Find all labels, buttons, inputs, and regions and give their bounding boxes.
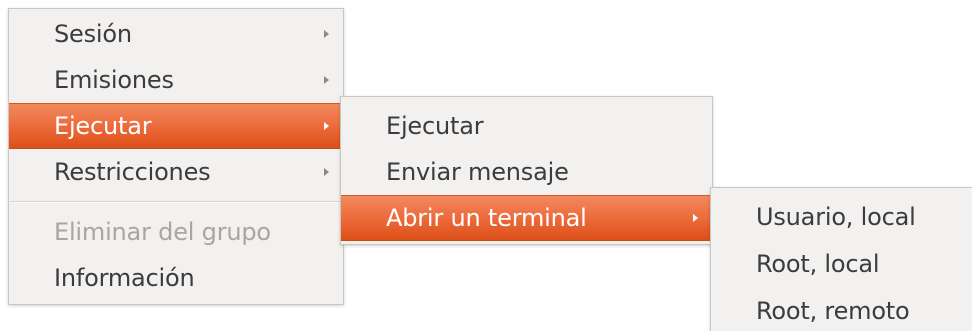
menu-item-label: Root, local (756, 250, 880, 278)
menu-item-emisiones[interactable]: Emisiones (9, 57, 343, 103)
menu-item-label: Sesión (54, 20, 132, 48)
menu-item-eliminar-del-grupo: Eliminar del grupo (9, 209, 343, 255)
menu-item-restricciones[interactable]: Restricciones (9, 149, 343, 195)
menu-item-label: Eliminar del grupo (54, 218, 271, 246)
menu-item-enviar-mensaje[interactable]: Enviar mensaje (341, 149, 712, 195)
menu-item-label: Información (54, 264, 195, 292)
menu-item-abrir-un-terminal[interactable]: Abrir un terminal (341, 195, 712, 241)
menu-separator (10, 201, 342, 203)
menu-item-ejecutar-cmd[interactable]: Ejecutar (341, 103, 712, 149)
submenu-arrow-icon (324, 122, 329, 130)
submenu-arrow-icon (324, 30, 329, 38)
menu-item-informacion[interactable]: Información (9, 255, 343, 301)
menu-item-label: Abrir un terminal (386, 204, 587, 232)
menu-item-root-remoto[interactable]: Root, remoto (711, 288, 972, 331)
submenu-terminal: Usuario, local Root, local Root, remoto (710, 187, 972, 331)
menu-item-root-local[interactable]: Root, local (711, 241, 972, 287)
submenu-arrow-icon (324, 76, 329, 84)
menu-item-sesion[interactable]: Sesión (9, 11, 343, 57)
menu-item-label: Emisiones (54, 66, 174, 94)
menu-item-usuario-local[interactable]: Usuario, local (711, 194, 972, 240)
context-menu-main: Sesión Emisiones Ejecutar Restricciones … (8, 8, 344, 305)
menu-item-label: Root, remoto (756, 297, 910, 325)
submenu-ejecutar: Ejecutar Enviar mensaje Abrir un termina… (340, 96, 713, 245)
menu-item-label: Ejecutar (54, 112, 152, 140)
submenu-arrow-icon (324, 168, 329, 176)
menu-item-label: Restricciones (54, 158, 211, 186)
menu-item-label: Ejecutar (386, 112, 484, 140)
menu-item-label: Enviar mensaje (386, 158, 569, 186)
menu-item-ejecutar[interactable]: Ejecutar (9, 103, 343, 149)
menu-item-label: Usuario, local (756, 203, 916, 231)
submenu-arrow-icon (693, 214, 698, 222)
